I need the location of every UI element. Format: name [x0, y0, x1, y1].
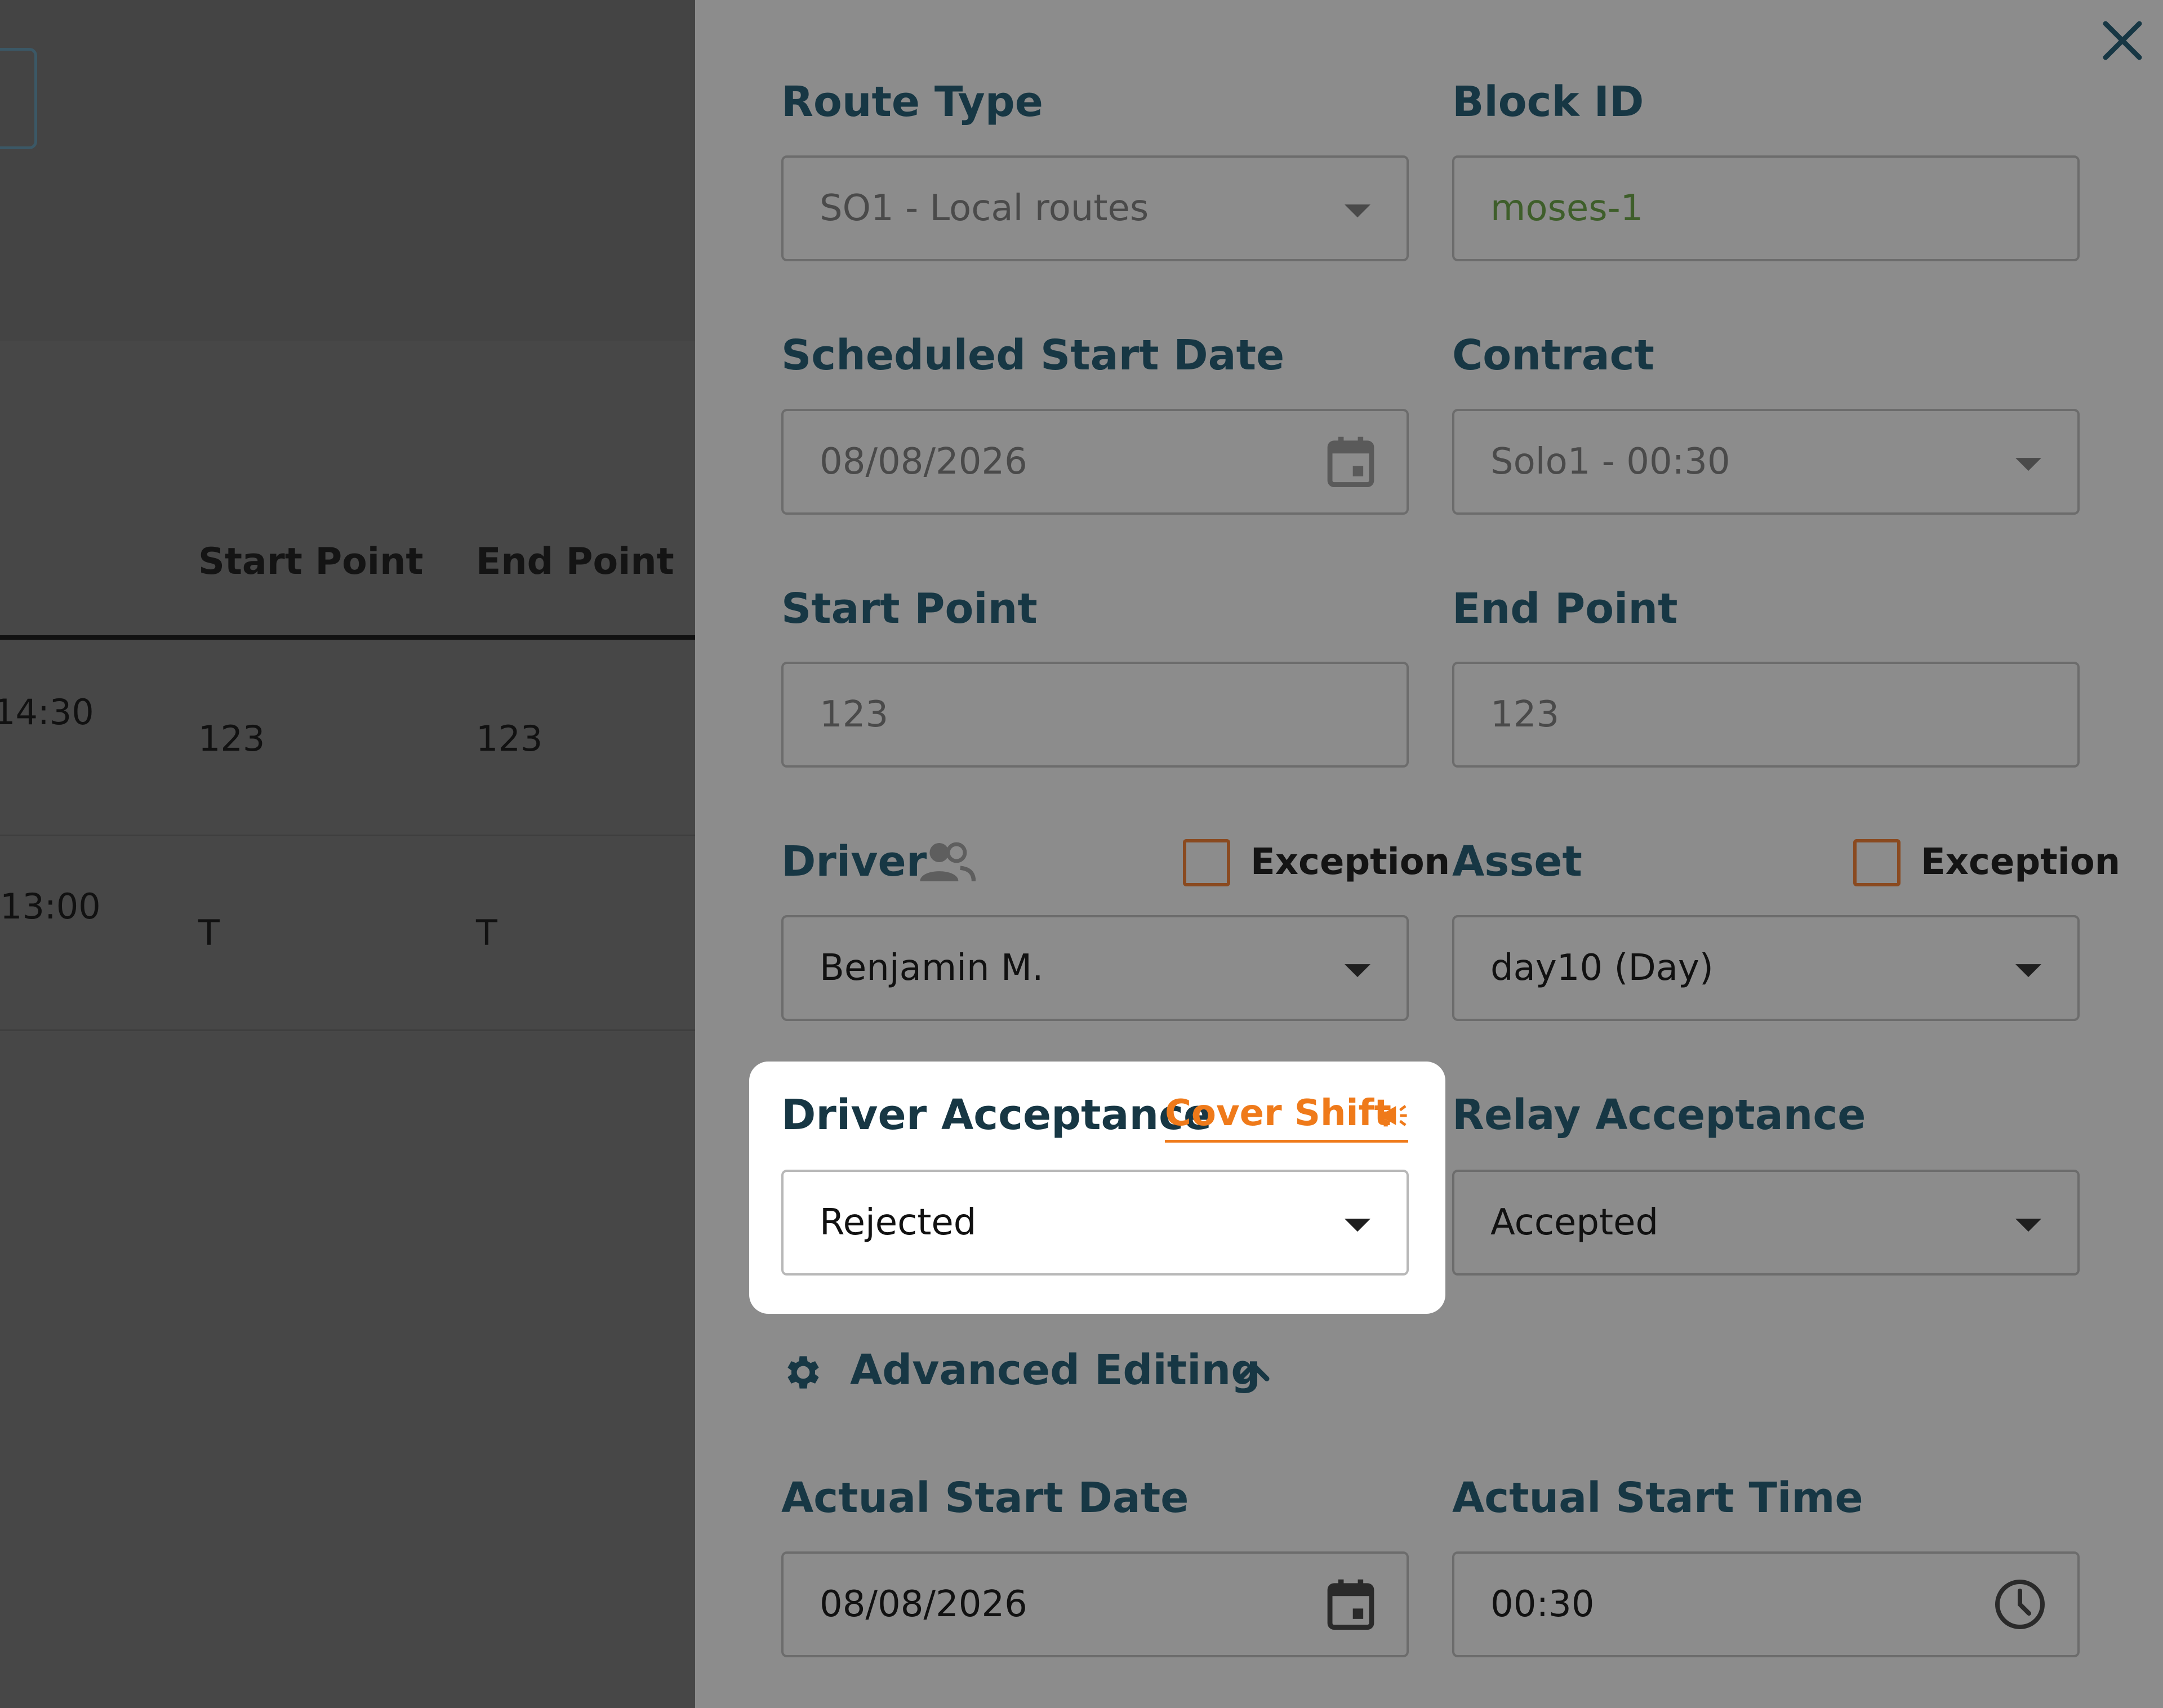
contract-select[interactable]: Solo1 - 00:30: [1452, 409, 2080, 515]
driver-exception-label: Exception: [1250, 841, 1450, 883]
table-cell-time: 14:30: [0, 692, 94, 733]
chevron-down-icon: [2015, 458, 2041, 471]
block-id-label: Block ID: [1452, 78, 1644, 126]
block-id-value: moses-1: [1490, 188, 1644, 229]
asset-select[interactable]: day10 (Day): [1452, 915, 2080, 1021]
advanced-editing-label: Advanced Editing: [850, 1346, 1261, 1394]
driver-exception-checkbox[interactable]: [1183, 839, 1230, 886]
table-row-divider: [0, 1029, 695, 1031]
chevron-up-icon: [1237, 1362, 1270, 1381]
table-row-divider: [0, 835, 695, 836]
driver-acceptance-select[interactable]: Rejected: [781, 1170, 1409, 1276]
asset-exception-checkbox[interactable]: [1853, 839, 1901, 886]
driver-acceptance-value: Rejected: [820, 1202, 977, 1243]
background-header-block: [0, 0, 695, 341]
end-point-value: 123: [1490, 694, 1560, 735]
column-header-end-point: End Point: [476, 541, 674, 583]
actual-start-date-value: 08/08/2026: [820, 1584, 1027, 1625]
close-icon[interactable]: [2094, 12, 2151, 69]
actual-start-time-input[interactable]: 00:30: [1452, 1551, 2080, 1657]
chevron-down-icon: [2015, 1219, 2041, 1232]
contract-label: Contract: [1452, 331, 1654, 380]
chevron-down-icon: [2015, 964, 2041, 978]
start-point-label: Start Point: [781, 585, 1038, 633]
cover-shift-link[interactable]: Cover Shift: [1165, 1092, 1391, 1134]
gear-icon: [787, 1356, 819, 1389]
table-header-divider: [0, 635, 695, 640]
clock-icon[interactable]: [1993, 1577, 2047, 1631]
driver-select[interactable]: Benjamin M.: [781, 915, 1409, 1021]
start-point-input[interactable]: 123: [781, 662, 1409, 768]
route-type-select[interactable]: SO1 - Local routes: [781, 155, 1409, 261]
cover-shift-underline: [1165, 1140, 1408, 1143]
table-cell-end-point: 123: [476, 718, 543, 759]
driver-value: Benjamin M.: [820, 947, 1044, 989]
chevron-down-icon: [1345, 204, 1370, 218]
relay-acceptance-select[interactable]: Accepted: [1452, 1170, 2080, 1276]
scheduled-start-date-input[interactable]: 08/08/2026: [781, 409, 1409, 515]
relay-acceptance-label: Relay Acceptance: [1452, 1091, 1866, 1139]
driver-label: Driver: [781, 837, 927, 886]
table-cell-start-point: T: [198, 912, 220, 953]
calendar-icon[interactable]: [1325, 435, 1376, 489]
chevron-down-icon: [1345, 1219, 1370, 1232]
block-id-input[interactable]: moses-1: [1452, 155, 2080, 261]
background-button-outline: [0, 48, 37, 149]
table-cell-start-point: 123: [198, 718, 265, 759]
asset-exception-label: Exception: [1921, 841, 2121, 883]
end-point-label: End Point: [1452, 585, 1678, 633]
relay-acceptance-value: Accepted: [1490, 1202, 1659, 1243]
asset-value: day10 (Day): [1490, 947, 1714, 989]
route-type-value: SO1 - Local routes: [820, 188, 1149, 229]
actual-start-date-label: Actual Start Date: [781, 1474, 1189, 1522]
scheduled-start-date-label: Scheduled Start Date: [781, 331, 1285, 380]
end-point-input[interactable]: 123: [1452, 662, 2080, 768]
route-type-label: Route Type: [781, 78, 1043, 126]
driver-acceptance-label: Driver Acceptance: [781, 1091, 1212, 1139]
actual-start-date-input[interactable]: 08/08/2026: [781, 1551, 1409, 1657]
scheduled-start-date-value: 08/08/2026: [820, 441, 1027, 483]
actual-start-time-label: Actual Start Time: [1452, 1474, 1863, 1522]
contract-value: Solo1 - 00:30: [1490, 441, 1730, 483]
calendar-icon[interactable]: [1325, 1577, 1376, 1631]
advanced-editing-toggle[interactable]: Advanced Editing: [781, 1346, 1288, 1402]
chevron-down-icon: [1345, 964, 1370, 978]
actual-start-time-value: 00:30: [1490, 1584, 1595, 1625]
table-cell-time: 13:00: [0, 886, 101, 927]
people-icon[interactable]: [918, 839, 976, 885]
table-cell-end-point: T: [476, 912, 497, 953]
asset-label: Asset: [1452, 837, 1582, 886]
column-header-start-point: Start Point: [198, 541, 424, 583]
start-point-value: 123: [820, 694, 889, 735]
megaphone-icon[interactable]: [1376, 1099, 1408, 1132]
